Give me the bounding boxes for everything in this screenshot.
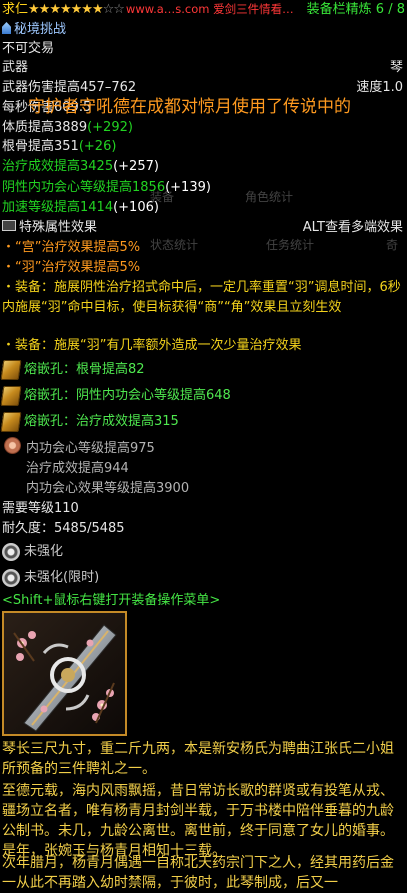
damage-row: 武器伤害提高457–762 速度1.0	[2, 78, 403, 98]
gem-slot-3[interactable]: 熔嵌孔：治疗成效提高315	[0, 410, 179, 434]
item-name: 求仁	[2, 2, 29, 17]
equip-effect-1: ・装备：施展阴性治疗招式命中后，一定几率重置“羽”调息时间，6秒内施展“羽”命中…	[2, 280, 401, 315]
weapon-damage: 武器伤害提高457–762	[2, 80, 137, 95]
stat-text: 根骨提高351	[2, 139, 79, 154]
gear-icon	[2, 568, 20, 587]
gem-label: 熔嵌孔：治疗成效提高315	[24, 414, 179, 430]
special-effect-yu: ・“羽”治疗效果提高5%	[2, 260, 141, 275]
filled-stars: ★★★★★★★	[28, 2, 104, 17]
enhance-label: 未强化	[24, 544, 64, 559]
weapon-kind: 琴	[389, 60, 403, 75]
gem-label: 熔嵌孔：阴性内功会心等级提高648	[24, 388, 231, 404]
durability: 耐久度：5485/5485	[2, 521, 125, 536]
secret-realm-icon	[2, 22, 11, 34]
stat-bonus: (+26)	[78, 139, 117, 154]
equip-effect-2: ・装备：施展“羽”有几率额外造成一次少量治疗效果	[2, 338, 302, 353]
enhance-label: 未强化(限时)	[24, 570, 100, 585]
quality-stars: ★★★★★★★☆☆	[28, 2, 125, 17]
set-bonus-3: 内功会心效果等级提高3900	[26, 481, 190, 496]
special-effects-header: 特殊属性效果 ALT查看多端效果	[2, 218, 403, 238]
special-header-label: 特殊属性效果	[19, 220, 98, 235]
lore-paragraph-1: 琴长三尺九寸，重二斤九两，本是新安杨氏为聘曲江张氏二小姐所预备的三件聘礼之一。	[2, 741, 394, 777]
stat-spirit: 根骨提高351(+26)	[2, 137, 403, 157]
no-trade-label: 不可交易	[2, 41, 55, 56]
gem-icon	[0, 360, 22, 380]
system-scroll-banner: 守护者守吼德在成都对惊月使用了传说中的	[28, 97, 351, 117]
stat-bonus: (+106)	[113, 200, 159, 215]
stat-text: 治疗成效提高3425	[2, 159, 114, 174]
stat-healing: 治疗成效提高3425(+257)	[2, 157, 403, 177]
stat-haste: 加速等级提高1414(+106)	[2, 198, 403, 218]
slot-row: 武器 琴	[2, 58, 403, 78]
gem-slot-2[interactable]: 熔嵌孔：阴性内功会心等级提高648	[0, 384, 231, 408]
enhance-slot-1[interactable]: 未强化	[2, 542, 63, 562]
stat-text: 加速等级提高1414	[2, 200, 114, 215]
shift-right-click-hint: <Shift+鼠标右键打开装备操作菜单>	[2, 593, 221, 608]
set-bonus-2: 治疗成效提高944	[26, 461, 129, 476]
slot-type: 武器	[2, 60, 29, 75]
watermark-text: www.a…s.com 爱剑三件情看…	[125, 2, 294, 16]
monitor-icon	[2, 220, 16, 231]
enhance-slot-2[interactable]: 未强化(限时)	[2, 568, 99, 588]
item-artwork	[2, 611, 127, 736]
required-level: 需要等级110	[2, 501, 79, 516]
stat-bonus: (+292)	[87, 120, 133, 135]
stat-text: 体质提高3889	[2, 120, 88, 135]
stat-bonus: (+139)	[165, 180, 211, 195]
stat-crit: 阴性内功会心等级提高1856(+139)	[2, 178, 403, 198]
stat-bonus: (+257)	[113, 159, 159, 174]
stat-constitution: 体质提高3889(+292)	[2, 118, 403, 138]
stat-text: 阴性内功会心等级提高1856	[2, 180, 166, 195]
gem-slot-1[interactable]: 熔嵌孔：根骨提高82	[0, 358, 145, 382]
special-header: 特殊属性效果	[2, 218, 97, 238]
gem-icon	[0, 412, 22, 432]
gear-icon	[2, 542, 20, 561]
refine-badge: 装备栏精炼 6 / 8	[306, 2, 405, 17]
alt-hint: ALT查看多端效果	[302, 220, 403, 235]
attack-speed: 速度1.0	[356, 80, 403, 95]
special-effect-gong: ・“宫”治疗效果提高5%	[2, 240, 141, 255]
guqin-image	[4, 613, 125, 734]
gem-icon	[0, 386, 22, 406]
secret-realm-tag: 秘境挑战	[2, 20, 403, 40]
set-bonus-icon[interactable]	[4, 437, 21, 454]
tooltip-title-row: 装备栏精炼 6 / 8 求仁★★★★★★★☆☆ www.a…s.com 爱剑三件情…	[2, 0, 405, 19]
lore-paragraph-2: 至德元载，海内风雨飘摇，昔日常访长歌的群贤或有投笔从戎、疆场立名者，唯有杨青月封…	[2, 783, 394, 859]
set-bonus-1: 内功会心等级提高975	[26, 441, 155, 456]
gem-label: 熔嵌孔：根骨提高82	[24, 362, 145, 378]
empty-stars: ☆☆	[102, 2, 125, 17]
secret-realm-label: 秘境挑战	[14, 22, 67, 37]
lore-paragraph-3: 次年腊月，杨青月偶遇一自称北天药宗门下之人，经其用药后金一从此不再踏入幼时禁隔，…	[2, 855, 394, 891]
